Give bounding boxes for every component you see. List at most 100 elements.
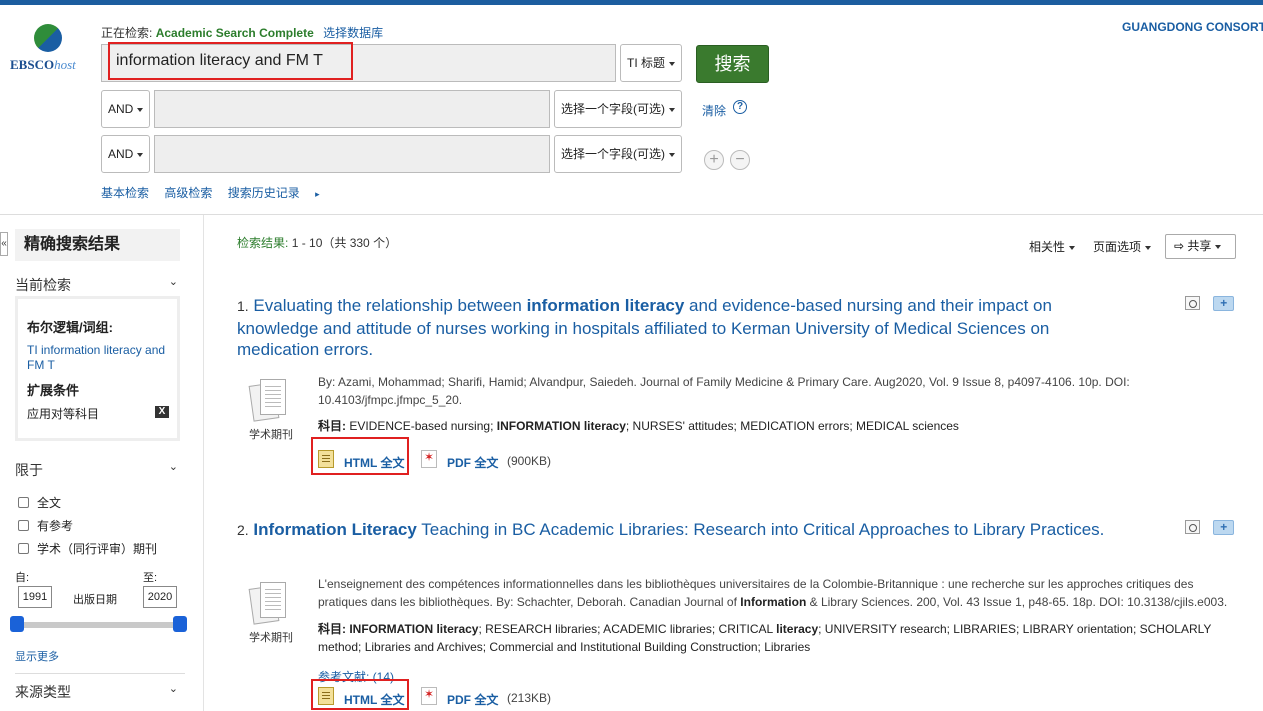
chevron-down-icon (137, 152, 144, 157)
subject-highlight: INFORMATION literacy (349, 622, 479, 636)
header-divider (0, 214, 1263, 215)
pdf-file-size: (900KB) (507, 454, 552, 468)
ebsco-logo[interactable]: EBSCOhost (10, 24, 88, 74)
date-range-slider[interactable] (15, 622, 182, 628)
search-history-label: 搜索历史记录 (227, 186, 300, 200)
html-full-text-link[interactable]: HTML 全文 (344, 691, 404, 708)
subject-text: ; RESEARCH libraries; ACADEMIC libraries… (478, 622, 777, 636)
pdf-full-text-link[interactable]: PDF 全文 (447, 691, 498, 708)
searching-label: 正在检索: (101, 26, 153, 40)
checkbox-references[interactable]: 有参考 (18, 517, 73, 534)
checkbox-label: 有参考 (37, 519, 74, 533)
html-document-icon[interactable] (318, 687, 334, 705)
help-icon[interactable]: ? (733, 100, 747, 114)
advanced-search-link[interactable]: 高级检索 (164, 186, 212, 200)
boolean-select-row3[interactable]: AND (101, 135, 150, 173)
citation-highlight: Information (740, 595, 807, 609)
chevron-down-icon: ⌄ (168, 683, 178, 695)
subject-text: EVIDENCE-based nursing; (349, 419, 497, 433)
result-subjects: 科目: INFORMATION literacy; RESEARCH libra… (318, 620, 1233, 656)
chevron-down-icon (669, 107, 675, 112)
remove-row-icon[interactable]: − (730, 150, 750, 170)
chevron-down-icon (669, 152, 675, 157)
close-icon[interactable]: X (155, 406, 169, 418)
chevron-down-icon (1145, 245, 1152, 250)
to-year-input[interactable]: 2020 (143, 586, 177, 608)
basic-search-link[interactable]: 基本检索 (101, 186, 149, 200)
boolean-phrase-link[interactable]: TI information literacy and FM T (27, 343, 172, 373)
slider-handle-start[interactable] (10, 616, 24, 632)
publication-type: 学术期刊 (249, 632, 293, 644)
page-options-label: 页面选项 (1093, 240, 1142, 254)
pdf-icon[interactable] (421, 450, 437, 468)
preview-icon[interactable] (1183, 294, 1203, 312)
html-document-icon[interactable] (318, 450, 334, 468)
search-input-row2[interactable] (154, 90, 550, 128)
share-button[interactable]: ⇨ 共享 (1165, 234, 1236, 259)
chevron-down-icon (1069, 245, 1076, 250)
search-button[interactable]: 搜索 (696, 45, 769, 83)
field-select-label: 选择一个字段(可选) (561, 102, 665, 116)
add-to-folder-icon[interactable] (1213, 293, 1234, 311)
current-search-box: 布尔逻辑/词组: TI information literacy and FM … (15, 296, 180, 441)
result-citation: L'enseignement des compétences informati… (318, 575, 1233, 611)
title-text: Evaluating the relationship between (253, 296, 527, 315)
limit-to-header[interactable]: 限于 ⌄ (15, 460, 180, 480)
limit-to-label: 限于 (15, 462, 43, 478)
title-text: Teaching in BC Academic Libraries: Resea… (416, 520, 1105, 539)
chevron-right-icon: ▸ (315, 189, 320, 199)
result-number: 1. (237, 298, 249, 314)
logo-text: EBSCOhost (10, 57, 76, 72)
pdf-full-text-link[interactable]: PDF 全文 (447, 454, 498, 471)
citation-text: & Library Sciences. 200, Vol. 43 Issue 1… (806, 595, 1228, 609)
result-title[interactable]: 1. Evaluating the relationship between i… (237, 295, 1117, 361)
boolean-select-row2[interactable]: AND (101, 90, 150, 128)
add-to-folder-icon[interactable] (1213, 517, 1234, 535)
sort-dropdown[interactable]: 相关性 (1029, 238, 1076, 255)
top-accent-bar (0, 0, 1263, 5)
academic-journal-icon (248, 378, 290, 422)
checkbox-icon (18, 543, 29, 554)
choose-database-link[interactable]: 选择数据库 (323, 26, 383, 40)
source-types-header[interactable]: 来源类型 ⌄ (15, 682, 180, 702)
checkbox-peer-reviewed[interactable]: 学术（同行评审）期刊 (18, 540, 157, 557)
page-options-dropdown[interactable]: 页面选项 (1093, 238, 1152, 255)
collapse-sidebar-button[interactable]: « (0, 232, 8, 256)
slider-handle-end[interactable] (173, 616, 187, 632)
ebsco-globe-icon (34, 24, 62, 52)
clear-link[interactable]: 清除 (702, 102, 726, 119)
result-count-value: 1 - 10（共 330 个） (291, 236, 398, 250)
result-subjects: 科目: EVIDENCE-based nursing; INFORMATION … (318, 417, 1233, 435)
boolean-label: AND (108, 147, 134, 161)
title-highlight: information literacy (526, 296, 685, 315)
publication-type: 学术期刊 (249, 429, 293, 441)
preview-icon[interactable] (1183, 518, 1203, 536)
source-types-label: 来源类型 (15, 684, 71, 700)
show-more-link[interactable]: 显示更多 (15, 648, 59, 664)
checkbox-icon (18, 520, 29, 531)
subject-text: ; NURSES' attitudes; MEDICATION errors; … (625, 419, 959, 433)
current-search-header[interactable]: 当前检索 ⌄ (15, 275, 180, 295)
field-select-main[interactable]: TI 标题 (620, 44, 682, 82)
institution-name: GUANGDONG CONSORT (1122, 20, 1263, 34)
to-label: 至: (143, 572, 158, 584)
checkbox-icon (18, 497, 29, 508)
html-full-text-link[interactable]: HTML 全文 (344, 454, 404, 471)
from-year-input[interactable]: 1991 (18, 586, 52, 608)
result-title[interactable]: 2. Information Literacy Teaching in BC A… (237, 519, 1117, 542)
subject-highlight: literacy (776, 622, 819, 636)
search-query-text[interactable]: information literacy and FM T (108, 42, 353, 80)
search-input-row3[interactable] (154, 135, 550, 173)
add-row-icon[interactable]: + (704, 150, 724, 170)
field-select-label: 选择一个字段(可选) (561, 147, 665, 161)
pdf-file-size: (213KB) (507, 691, 552, 705)
field-select-row3[interactable]: 选择一个字段(可选) (554, 135, 682, 173)
search-mode-links: 基本检索 高级检索 搜索历史记录 ▸ (101, 184, 344, 201)
pdf-icon[interactable] (421, 687, 437, 705)
sidebar-divider (15, 673, 185, 674)
field-select-label: TI 标题 (627, 56, 665, 70)
expanders-label: 扩展条件 (27, 383, 80, 398)
search-history-link[interactable]: 搜索历史记录 ▸ (228, 186, 332, 200)
checkbox-full-text[interactable]: 全文 (18, 494, 61, 511)
field-select-row2[interactable]: 选择一个字段(可选) (554, 90, 682, 128)
